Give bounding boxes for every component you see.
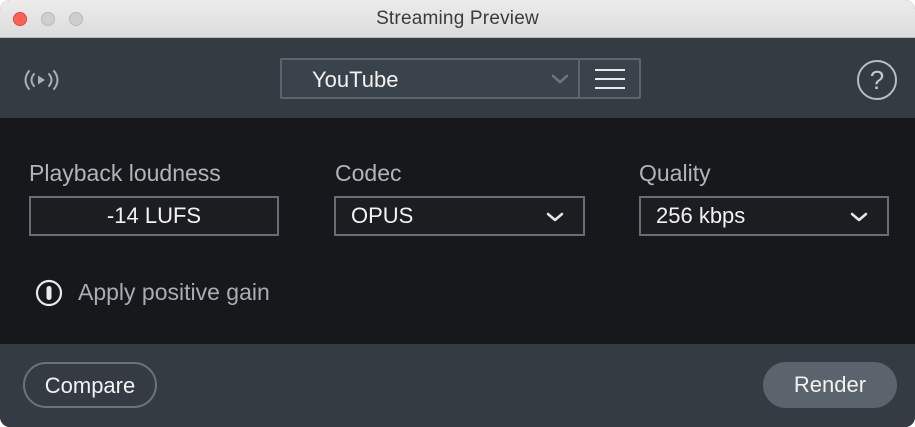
preset-value: YouTube [312, 67, 399, 92]
hamburger-menu-icon [595, 69, 625, 89]
codec-value: OPUS [351, 203, 414, 228]
broadcast-icon[interactable] [20, 67, 62, 93]
settings-panel: Playback loudness -14 LUFS Codec OPUS Qu… [0, 118, 915, 344]
compare-button[interactable]: Compare [23, 362, 157, 408]
chevron-down-icon [546, 212, 564, 222]
preset-select[interactable]: YouTube [280, 58, 578, 99]
chevron-down-icon [551, 74, 569, 84]
codec-label: Codec [335, 160, 402, 186]
toolbar: YouTube ? [0, 38, 915, 118]
playback-loudness-field[interactable]: -14 LUFS [29, 196, 279, 236]
window-title: Streaming Preview [376, 8, 539, 29]
title-bar: Streaming Preview [0, 0, 915, 38]
chevron-down-icon [850, 212, 868, 222]
quality-select[interactable]: 256 kbps [639, 196, 889, 236]
help-icon[interactable]: ? [857, 60, 897, 100]
presets-menu-button[interactable] [578, 58, 641, 99]
playback-loudness-label: Playback loudness [29, 160, 221, 186]
quality-label: Quality [639, 160, 711, 186]
footer: Compare Render [0, 344, 915, 427]
quality-value: 256 kbps [656, 203, 746, 228]
streaming-preview-window: Streaming Preview YouTube ? Playback lou [0, 0, 915, 427]
positive-gain-label: Apply positive gain [78, 279, 270, 305]
codec-select[interactable]: OPUS [334, 196, 585, 236]
positive-gain-toggle[interactable] [35, 279, 63, 307]
render-button[interactable]: Render [763, 362, 897, 408]
